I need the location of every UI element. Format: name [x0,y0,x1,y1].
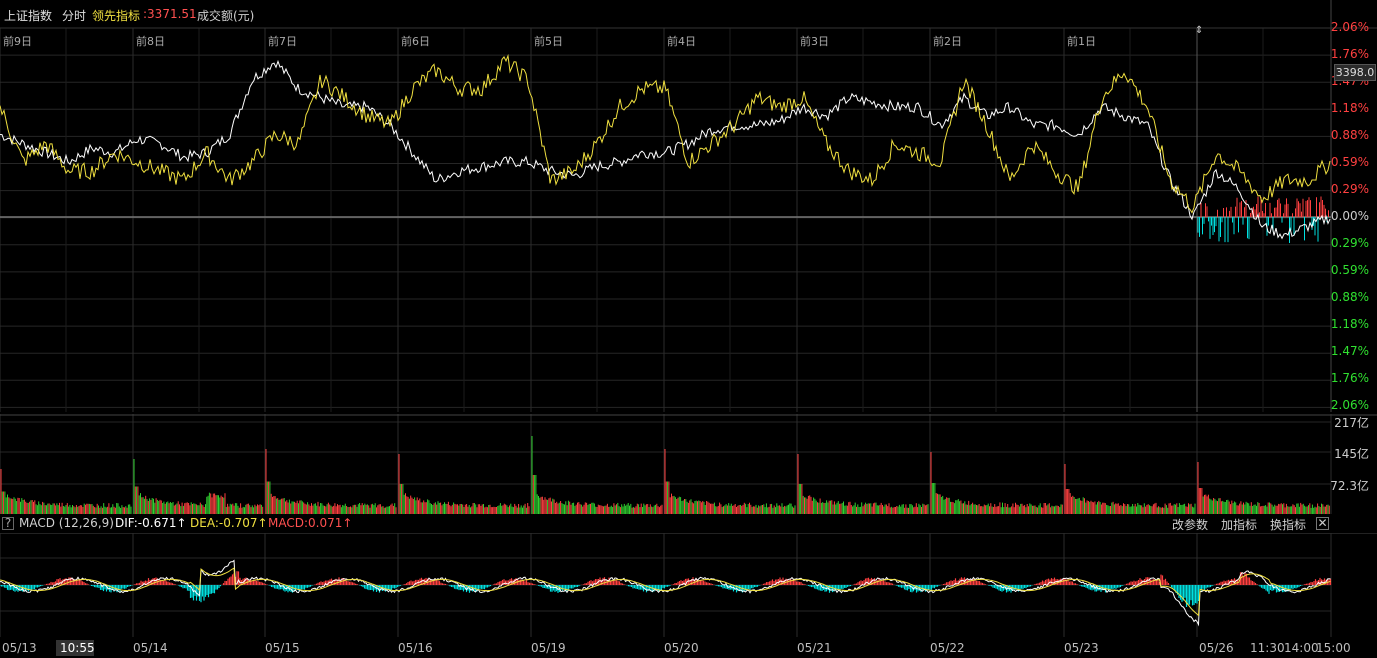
cursor-time: 10:55 [56,640,95,656]
day-label: 前4日 [667,35,696,48]
cursor-marker-icon: ⇕ [1195,25,1203,36]
dea-value: DEA:-0.707↑ [190,516,268,530]
close-icon[interactable]: ✕ [1316,517,1329,530]
switch-indicator-button[interactable]: 换指标 [1270,516,1306,533]
day-label: 前8日 [136,35,165,48]
y-tick-up: 1.18% [1330,101,1369,115]
macd-value: MACD:0.071↑ [268,516,353,530]
volume-chart[interactable] [0,414,1377,514]
macd-chart[interactable] [0,533,1377,637]
date-tick: 05/23 [1064,641,1099,655]
volume-tick: 72.3亿 [1330,479,1369,493]
date-tick: 05/22 [930,641,965,655]
dif-value: DIF:-0.671↑ [115,516,187,530]
volume-tick: 217亿 [1334,416,1369,430]
date-tick: 05/15 [265,641,300,655]
y-tick-zero: 0.00% [1330,209,1369,223]
y-tick-down: 1.76% [1330,371,1369,385]
date-tick: 05/13 [2,641,37,655]
y-tick-up: 0.59% [1330,155,1369,169]
date-tick: 05/16 [398,641,433,655]
date-tick: 05/19 [531,641,566,655]
date-axis: 05/13 10:55 05/14 05/15 05/16 05/19 05/20 05/21… [0,638,1377,658]
y-tick-down: 2.06% [1330,398,1369,412]
y-tick-up: 1.76% [1330,47,1369,61]
day-label: 前2日 [933,35,962,48]
day-label: 前6日 [401,35,430,48]
change-params-button[interactable]: 改参数 [1172,516,1208,533]
date-tick: 05/14 [133,641,168,655]
y-tick-down: 1.18% [1330,317,1369,331]
y-tick-up: 0.88% [1330,128,1369,142]
volume-bars [0,436,1330,514]
help-button[interactable]: ? [2,517,14,530]
macd-name[interactable]: MACD (12,26,9) [19,516,114,530]
y-tick-up: 0.29% [1330,182,1369,196]
price-tag: 3398.0 [1334,64,1376,81]
y-tick-down: 1.47% [1330,344,1369,358]
day-label: 前7日 [268,35,297,48]
date-tick: 11:30 [1250,641,1285,655]
y-tick-down: 0.29% [1330,236,1369,250]
day-label: 前1日 [1067,35,1096,48]
date-tick: 05/26 [1199,641,1234,655]
dif-line [0,559,1331,627]
date-tick: 05/20 [664,641,699,655]
y-tick-down: 0.88% [1330,290,1369,304]
y-tick-down: 0.59% [1330,263,1369,277]
date-tick: 15:00 [1316,641,1351,655]
intraday-price-chart[interactable]: ⇕ [0,0,1377,412]
add-indicator-button[interactable]: 加指标 [1221,516,1257,533]
day-label: 前5日 [534,35,563,48]
date-tick: 05/21 [797,641,832,655]
y-tick-up: 2.06% [1330,20,1369,34]
day-label: 前3日 [800,35,829,48]
day-label: 前9日 [3,35,32,48]
volume-tick: 145亿 [1334,447,1369,461]
date-tick: 14:00 [1284,641,1319,655]
main-grid [0,0,1377,412]
macd-header: ? MACD (12,26,9) DIF:-0.671↑ DEA:-0.707↑… [0,515,1377,532]
